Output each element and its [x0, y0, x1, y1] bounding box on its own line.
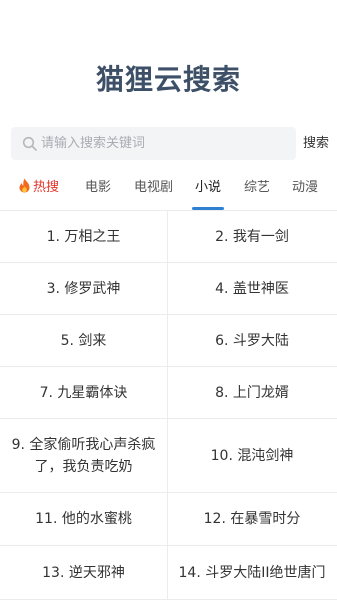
tab-hot-label: 热搜 [33, 180, 60, 195]
list-row: 1. 万相之王 2. 我有一剑 [0, 211, 337, 263]
list-item[interactable]: 13. 逆天邪神 [0, 546, 168, 599]
tab-movies[interactable]: 电影 [85, 176, 111, 210]
hot-list: 1. 万相之王 2. 我有一剑 3. 修罗武神 4. 盖世神医 5. 剑来 6.… [0, 210, 337, 600]
list-item[interactable]: 1. 万相之王 [0, 211, 168, 262]
tab-anime-label: 动漫 [292, 180, 319, 195]
list-item[interactable]: 10. 混沌剑神 [168, 419, 336, 492]
tab-novels[interactable]: 小说 [192, 176, 225, 210]
list-item[interactable]: 8. 上门龙婿 [168, 367, 336, 418]
list-item[interactable]: 3. 修罗武神 [0, 263, 168, 314]
category-tabs: 热搜 电影 电视剧 小说 综艺 动漫 [0, 176, 337, 210]
list-item[interactable]: 5. 剑来 [0, 315, 168, 366]
list-item[interactable]: 2. 我有一剑 [168, 211, 336, 262]
list-row: 5. 剑来 6. 斗罗大陆 [0, 315, 337, 367]
tab-tv-series[interactable]: 电视剧 [134, 176, 173, 210]
list-item[interactable]: 4. 盖世神医 [168, 263, 336, 314]
list-row: 3. 修罗武神 4. 盖世神医 [0, 263, 337, 315]
search-bar: 搜索 [11, 127, 331, 160]
tab-movies-label: 电影 [85, 180, 112, 195]
list-item[interactable]: 11. 他的水蜜桃 [0, 493, 168, 545]
search-box[interactable] [11, 127, 296, 160]
tab-hot[interactable]: 热搜 [18, 176, 59, 210]
list-row: 7. 九星霸体诀 8. 上门龙婿 [0, 367, 337, 419]
fire-icon [19, 178, 30, 193]
tab-variety-label: 综艺 [244, 180, 271, 195]
list-item[interactable]: 12. 在暴雪时分 [168, 493, 336, 545]
list-item[interactable]: 9. 全家偷听我心声杀疯了，我负责吃奶 [0, 419, 168, 492]
tab-variety[interactable]: 综艺 [244, 176, 270, 210]
list-item[interactable]: 14. 斗罗大陆II绝世唐门 [168, 546, 336, 599]
tab-anime[interactable]: 动漫 [292, 176, 318, 210]
search-input[interactable] [41, 127, 291, 160]
list-row: 11. 他的水蜜桃 12. 在暴雪时分 [0, 493, 337, 546]
list-item[interactable]: 7. 九星霸体诀 [0, 367, 168, 418]
page-title: 猫狸云搜索 [95, 63, 241, 96]
list-row: 13. 逆天邪神 14. 斗罗大陆II绝世唐门 [0, 546, 337, 600]
search-icon [22, 136, 37, 151]
search-button[interactable]: 搜索 [303, 127, 329, 160]
list-item[interactable]: 6. 斗罗大陆 [168, 315, 336, 366]
list-row: 9. 全家偷听我心声杀疯了，我负责吃奶 10. 混沌剑神 [0, 419, 337, 493]
tab-novels-label: 小说 [195, 180, 222, 195]
tab-tv-series-label: 电视剧 [134, 180, 174, 195]
